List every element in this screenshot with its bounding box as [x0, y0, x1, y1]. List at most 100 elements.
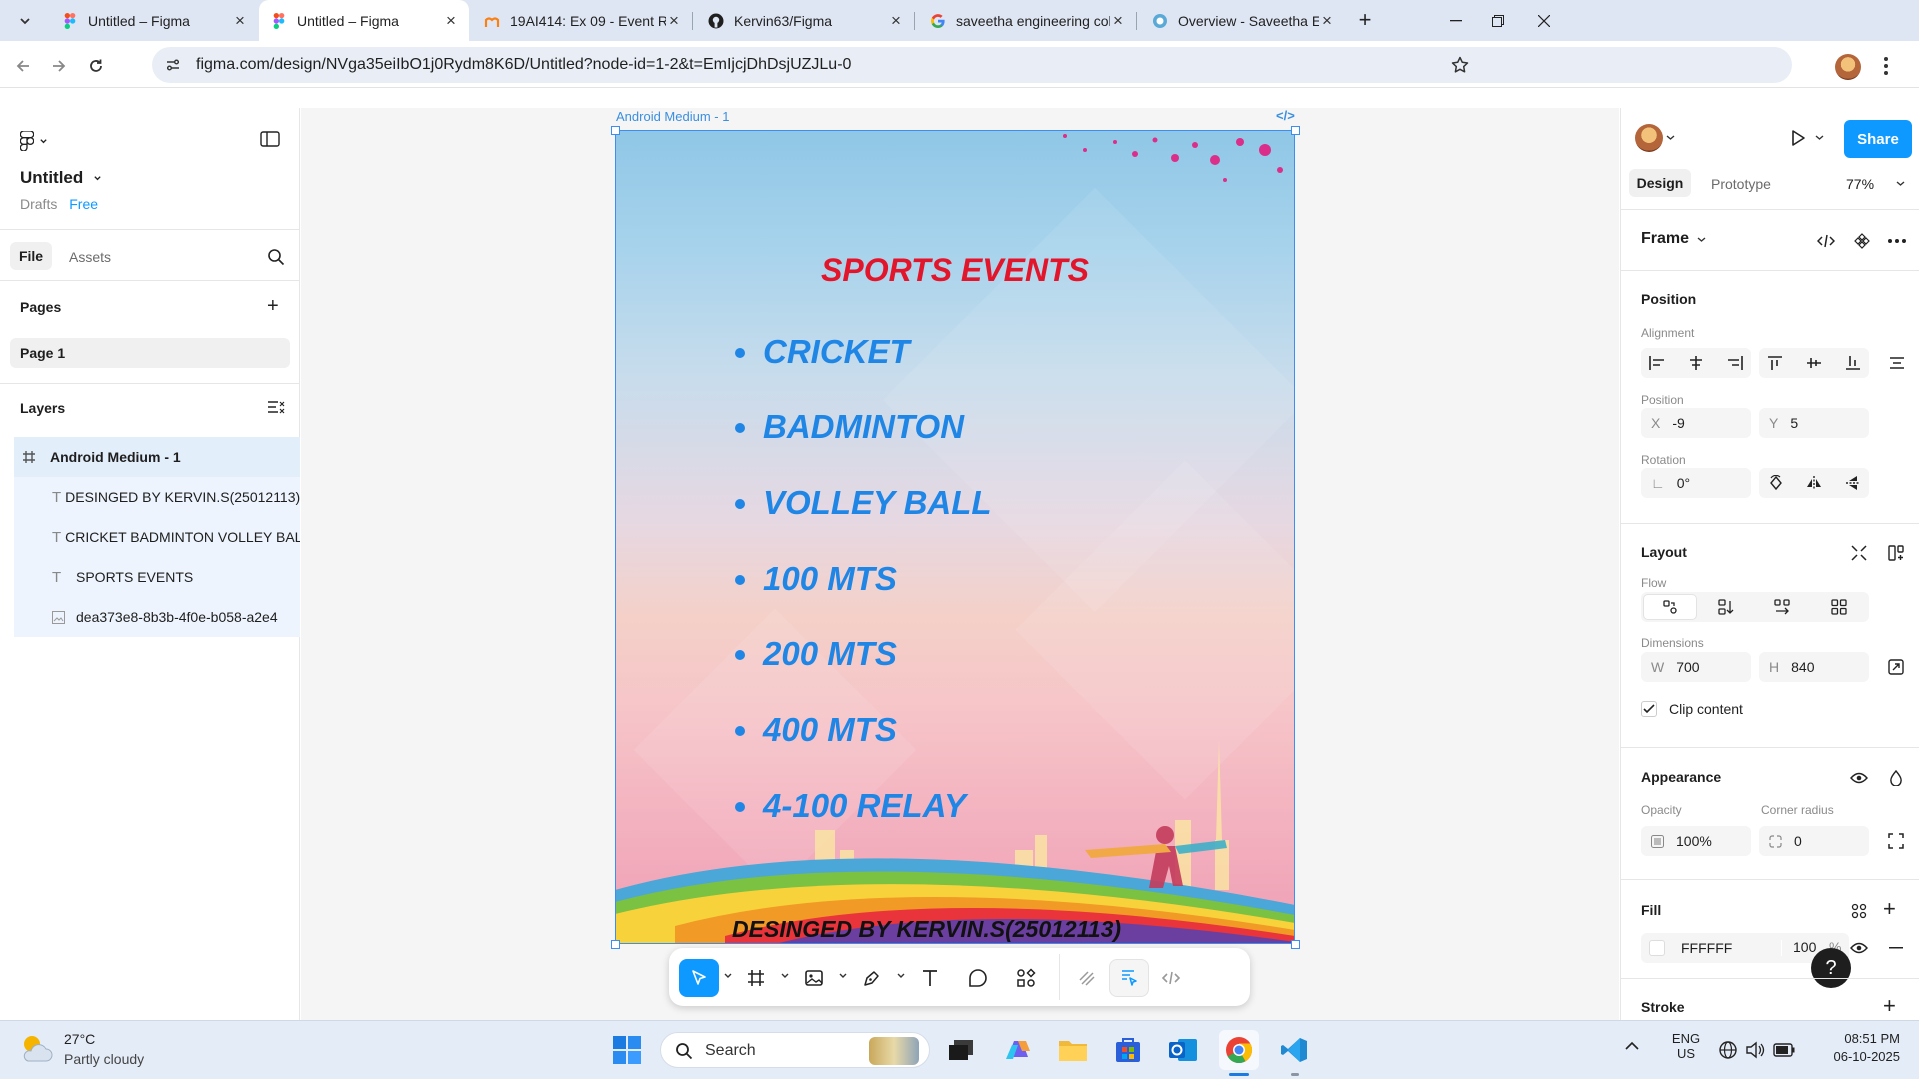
chevron-down-icon[interactable] [721, 969, 735, 983]
zoom-level[interactable]: 77% [1846, 176, 1874, 192]
tab-file[interactable]: File [10, 242, 52, 270]
visibility-eye-icon[interactable] [1847, 766, 1871, 790]
design-mode-button[interactable] [1109, 959, 1149, 997]
new-tab-plus-icon[interactable]: + [1352, 9, 1378, 33]
plan-badge[interactable]: Free [69, 196, 98, 212]
close-tab-icon[interactable]: × [1110, 12, 1126, 29]
align-middle-icon[interactable] [1806, 356, 1822, 370]
collapse-layout-icon[interactable] [1847, 541, 1871, 565]
volume-speaker-icon[interactable] [1745, 1040, 1765, 1060]
task-view-icon[interactable] [941, 1030, 981, 1070]
chevron-down-icon[interactable] [1896, 179, 1905, 188]
more-options-icon[interactable] [1885, 229, 1909, 253]
resize-handle[interactable] [1291, 940, 1300, 949]
design-canvas[interactable]: Android Medium - 1 </> SPORTS EVENTS CRI… [301, 108, 1619, 1020]
battery-icon[interactable] [1773, 1043, 1795, 1057]
dev-mode-code-icon[interactable]: </> [1276, 108, 1295, 123]
input-language[interactable]: ENG US [1668, 1031, 1704, 1061]
back-arrow-icon[interactable] [10, 53, 36, 79]
fill-opacity[interactable]: 100 [1793, 939, 1816, 955]
independent-corners-icon[interactable] [1884, 829, 1908, 853]
fill-swatch[interactable] [1649, 940, 1665, 956]
chevron-down-icon[interactable] [894, 969, 908, 983]
add-fill-plus-icon[interactable]: + [1883, 896, 1896, 922]
taskbar-search-box[interactable]: Search [660, 1032, 930, 1068]
browser-menu-icon[interactable] [1883, 55, 1889, 77]
flow-grid-icon[interactable] [1831, 599, 1847, 615]
browser-tab[interactable]: Kervin63/Figma × [696, 0, 914, 41]
chevron-down-icon[interactable] [1815, 133, 1824, 142]
y-field[interactable]: Y5 [1759, 408, 1869, 438]
component-icon[interactable] [1850, 229, 1874, 253]
actions-tool-button[interactable] [1006, 959, 1046, 997]
microsoft-store-icon[interactable] [1108, 1030, 1148, 1070]
tab-assets[interactable]: Assets [69, 249, 111, 265]
chrome-icon[interactable] [1219, 1030, 1259, 1070]
flip-horizontal-icon[interactable] [1806, 475, 1822, 491]
style-grid-icon[interactable] [1847, 899, 1871, 923]
file-explorer-icon[interactable] [1053, 1030, 1093, 1070]
present-play-icon[interactable] [1788, 128, 1808, 148]
layer-item-frame[interactable]: Android Medium - 1 [14, 437, 300, 477]
tab-design[interactable]: Design [1629, 169, 1691, 197]
layout-guide-icon[interactable] [1884, 541, 1908, 565]
layer-item-text[interactable]: T SPORTS EVENTS [14, 557, 300, 597]
chevron-down-icon[interactable] [778, 969, 792, 983]
rotation-field[interactable]: ∟ 0° [1641, 468, 1751, 498]
outlook-icon[interactable] [1163, 1030, 1203, 1070]
chevron-down-icon[interactable] [1666, 133, 1675, 142]
flip-vertical-icon[interactable] [1845, 475, 1861, 491]
copilot-icon[interactable] [998, 1030, 1038, 1070]
dev-mode-button[interactable] [1151, 959, 1191, 997]
page-item[interactable]: Page 1 [10, 338, 290, 368]
windows-start-icon[interactable] [607, 1030, 647, 1070]
file-name-button[interactable]: Untitled [20, 168, 102, 188]
browser-tab[interactable]: Untitled – Figma × [50, 0, 258, 41]
browser-tab[interactable]: Overview - Saveetha Engin × [1140, 0, 1345, 41]
browser-tab-active[interactable]: Untitled – Figma × [259, 0, 469, 42]
clip-content-checkbox[interactable]: Clip content [1641, 701, 1743, 717]
reload-icon[interactable] [83, 53, 109, 79]
x-field[interactable]: X -9 [1641, 408, 1751, 438]
profile-avatar[interactable] [1835, 54, 1861, 80]
close-tab-icon[interactable]: × [1319, 12, 1335, 29]
fill-hex[interactable]: FFFFFF [1681, 940, 1732, 956]
frame-tool-button[interactable] [736, 959, 776, 997]
flow-horizontal-icon[interactable] [1774, 599, 1790, 615]
draw-mode-button[interactable] [1067, 959, 1107, 997]
layer-item-text[interactable]: T DESINGED BY KERVIN.S(25012113) [14, 477, 300, 517]
distribute-icon[interactable] [1885, 351, 1909, 375]
chevron-down-icon[interactable] [836, 969, 850, 983]
pen-tool-button[interactable] [852, 959, 892, 997]
share-button[interactable]: Share [1844, 120, 1912, 158]
move-tool-button[interactable] [679, 959, 719, 997]
main-menu-button[interactable] [20, 131, 48, 151]
flow-freeform-icon[interactable] [1643, 594, 1697, 620]
frame-type-dropdown[interactable]: Frame [1641, 230, 1706, 248]
add-page-plus-icon[interactable]: + [267, 296, 279, 316]
search-layers-icon[interactable] [267, 248, 285, 266]
corner-radius-field[interactable]: 0 [1759, 826, 1869, 856]
forward-arrow-icon[interactable] [46, 53, 72, 79]
align-top-icon[interactable] [1767, 356, 1783, 370]
rotate-90-icon[interactable] [1768, 475, 1784, 491]
layer-item-text[interactable]: T CRICKET BADMINTON VOLLEY BALL 100 MTS … [14, 517, 300, 557]
frame-label[interactable]: Android Medium - 1 [616, 109, 729, 124]
flow-vertical-icon[interactable] [1718, 599, 1734, 615]
add-stroke-plus-icon[interactable]: + [1883, 993, 1896, 1019]
browser-tab[interactable]: 19AI414: Ex 09 - Event Reg × [472, 0, 692, 41]
network-globe-icon[interactable] [1718, 1040, 1738, 1060]
remove-fill-minus-icon[interactable] [1884, 936, 1908, 960]
site-settings-icon[interactable] [165, 57, 181, 73]
url-bar[interactable]: figma.com/design/NVga35eiIbO1j0Rydm8K6D/… [152, 47, 1792, 83]
height-field[interactable]: H 840 [1759, 652, 1869, 682]
clock[interactable]: 08:51 PM 06-10-2025 [1812, 1031, 1901, 1064]
minimize-window-icon[interactable] [1433, 0, 1479, 41]
tab-prototype[interactable]: Prototype [1711, 176, 1771, 192]
blend-drop-icon[interactable] [1884, 766, 1908, 790]
close-tab-icon[interactable]: × [443, 12, 459, 29]
weather-text[interactable]: Partly cloudy [64, 1051, 144, 1067]
comment-tool-button[interactable] [958, 959, 998, 997]
weather-partly-cloudy-icon[interactable] [18, 1031, 54, 1065]
user-avatar[interactable] [1635, 124, 1663, 152]
